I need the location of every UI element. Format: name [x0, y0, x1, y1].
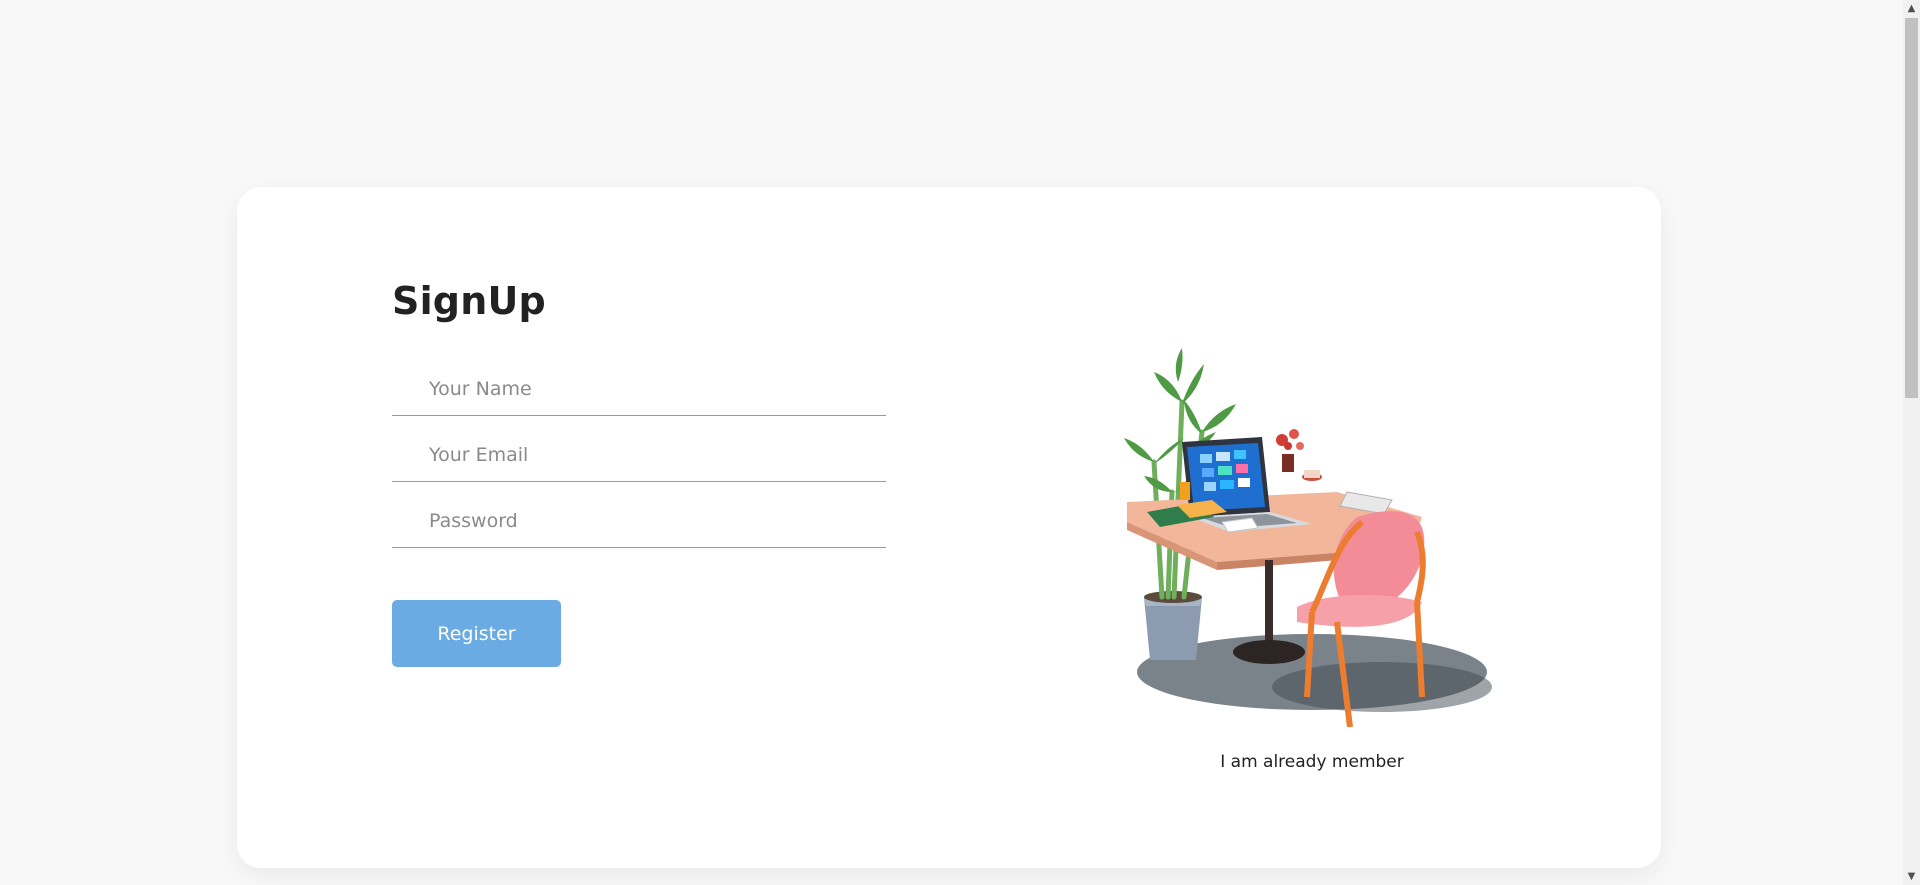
- plant-pot: [1144, 591, 1202, 660]
- register-button[interactable]: Register: [392, 600, 561, 667]
- page: SignUp Register: [0, 0, 1920, 885]
- signup-card: SignUp Register: [237, 187, 1661, 868]
- name-input[interactable]: [429, 373, 869, 405]
- cup: [1302, 470, 1322, 481]
- email-input[interactable]: [429, 439, 869, 471]
- scrollbar-thumb[interactable]: [1905, 18, 1918, 398]
- already-member-link[interactable]: I am already member: [1192, 752, 1432, 772]
- password-input[interactable]: [429, 505, 869, 537]
- email-field: [392, 431, 886, 482]
- name-field: [392, 365, 886, 416]
- page-title: SignUp: [392, 279, 546, 323]
- vertical-scrollbar[interactable]: ▲ ▼: [1903, 0, 1920, 885]
- flower-vase: [1276, 429, 1304, 472]
- desk-illustration: [1124, 348, 1492, 727]
- password-field: [392, 497, 886, 548]
- scroll-down-arrow-icon[interactable]: ▼: [1903, 868, 1920, 885]
- scroll-up-arrow-icon[interactable]: ▲: [1903, 0, 1920, 17]
